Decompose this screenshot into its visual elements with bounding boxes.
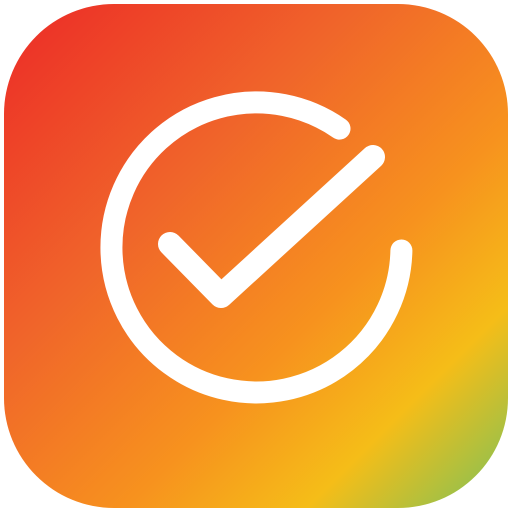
app-icon[interactable] bbox=[0, 0, 512, 512]
app-icon-graphic bbox=[4, 4, 508, 508]
